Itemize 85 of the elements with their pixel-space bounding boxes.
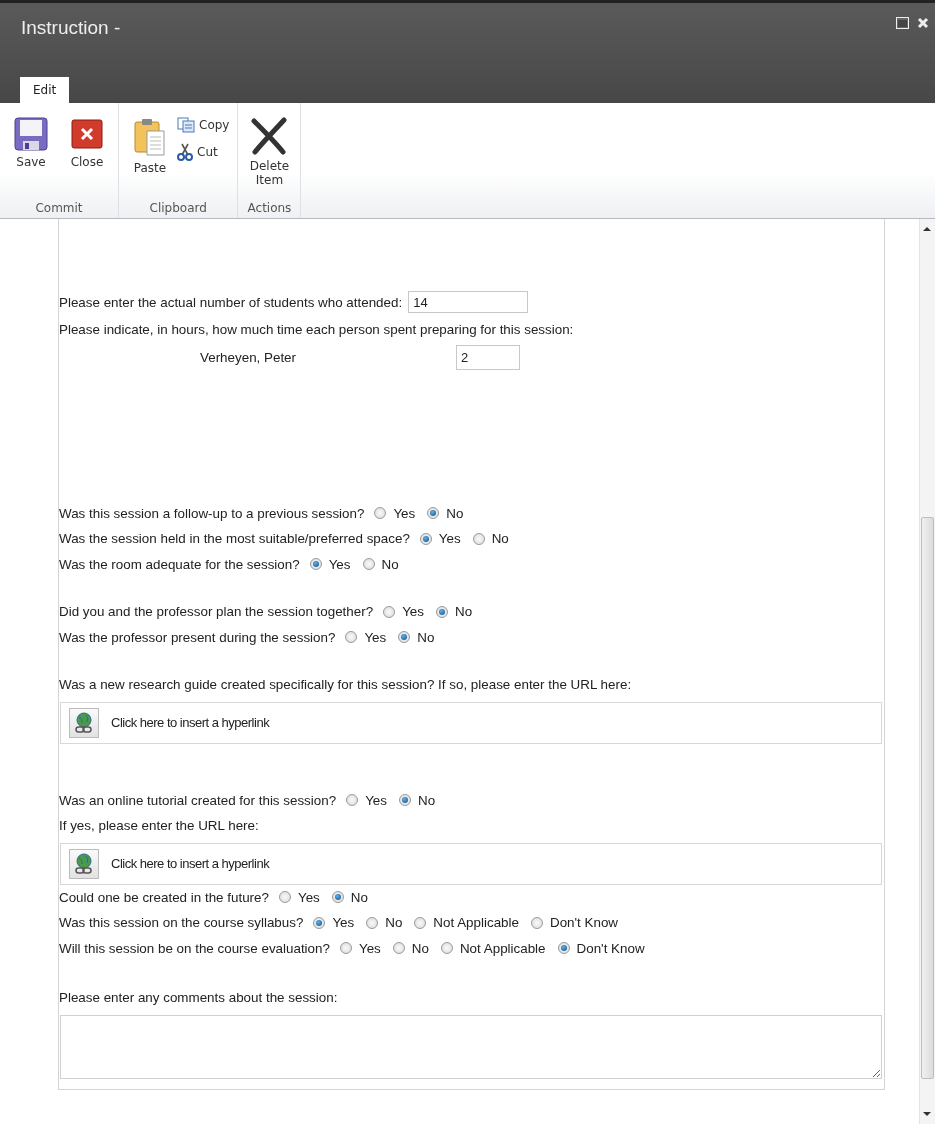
option-label: Yes [328, 556, 351, 572]
radio-button[interactable] [366, 916, 379, 929]
group-label: Clipboard [148, 201, 208, 217]
radio-button[interactable] [399, 794, 411, 807]
question-label: Was an online tutorial created for this session? [59, 792, 337, 808]
radio-button[interactable] [309, 558, 322, 571]
question-label: Was the room adequate for the session? [59, 556, 300, 572]
comments-field[interactable] [60, 1014, 882, 1079]
radio-button[interactable] [374, 507, 387, 520]
radio-button[interactable] [339, 942, 352, 955]
option-label: No [491, 531, 509, 547]
option-label: No [411, 940, 429, 956]
question-label: Was a new research guide created specifically for this session? If so, please enter the URL here: [59, 677, 632, 693]
close-button[interactable]: Close [62, 115, 112, 201]
option-label: Yes [358, 940, 381, 956]
question-label: Was this session on the course syllabus? [59, 915, 304, 931]
number-field[interactable]: 14 [408, 291, 529, 313]
radio-button[interactable] [346, 794, 359, 807]
close-icon[interactable] [917, 17, 929, 29]
group-label: Actions [246, 201, 293, 217]
maximize-icon[interactable] [896, 17, 909, 29]
option-label: Yes [402, 604, 424, 620]
question-label: Could one be created in the future? [59, 889, 269, 905]
copy-button[interactable]: Copy [175, 115, 232, 135]
question-label: Did you and the professor plan the session together? [59, 604, 374, 620]
radio-button[interactable] [427, 507, 440, 520]
delete-x-icon [250, 117, 289, 155]
option-label: Not Applicable [433, 915, 519, 931]
radio-button[interactable] [419, 532, 432, 545]
option-label: Not Applicable [459, 940, 546, 956]
hyperlink-field[interactable]: Click here to insert a hyperlink [60, 701, 882, 744]
radio-button[interactable] [278, 891, 291, 904]
option-label: No [455, 604, 473, 620]
option-label: No [385, 915, 403, 931]
scissors-icon [177, 143, 193, 161]
radio-button[interactable] [392, 942, 405, 955]
radio-button[interactable] [414, 916, 427, 929]
question-label: Please enter any comments about the session: [59, 990, 338, 1006]
question-label: Was this session a follow-up to a previous session? [59, 505, 365, 521]
option-label: Yes [393, 505, 416, 521]
option-label: No [381, 556, 399, 572]
clipboard-icon [133, 117, 167, 157]
option-label: Don't Know [576, 940, 645, 956]
option-label: Yes [332, 915, 355, 931]
option-label: Don't Know [549, 915, 619, 931]
radio-button[interactable] [557, 942, 570, 955]
question-label: If yes, please enter the URL here: [59, 818, 259, 834]
radio-button[interactable] [313, 916, 326, 929]
question-label: Please indicate, in hours, how much time each person spent preparing for this session: [59, 322, 574, 338]
question-label: Will this session be on the course evaluation? [59, 940, 330, 956]
hours-field[interactable]: 2 [456, 345, 520, 370]
option-label: No [417, 629, 435, 645]
radio-button[interactable] [398, 631, 411, 644]
option-label: Yes [364, 629, 387, 645]
radio-button[interactable] [345, 631, 358, 644]
person-name: Verheyen, Peter [200, 350, 298, 365]
save-button[interactable]: Save [6, 115, 56, 201]
close-icon [70, 117, 104, 151]
option-label: No [418, 792, 436, 808]
radio-button[interactable] [436, 605, 448, 618]
option-label: No [350, 889, 368, 905]
radio-button[interactable] [383, 605, 396, 618]
radio-button[interactable] [440, 942, 453, 955]
option-label: Yes [297, 889, 320, 905]
question-label: Please enter the actual number of students who attended: [59, 294, 403, 310]
scrollbar[interactable] [919, 219, 935, 1124]
globe-link-icon [74, 711, 94, 734]
radio-button[interactable] [331, 891, 344, 904]
option-label: No [446, 505, 464, 521]
option-label: Yes [365, 792, 387, 808]
option-label: Yes [438, 531, 461, 547]
paste-button[interactable]: Paste [125, 115, 175, 201]
delete-item-button[interactable]: Delete Item [244, 115, 295, 201]
hyperlink-field[interactable]: Click here to insert a hyperlink [60, 842, 882, 885]
cut-button[interactable]: Cut [175, 141, 232, 163]
radio-button[interactable] [472, 532, 485, 545]
globe-link-icon [74, 852, 94, 875]
question-label: Was the professor present during the session? [59, 629, 336, 645]
copy-icon [177, 117, 195, 133]
ribbon-tab[interactable]: Edit [20, 77, 70, 103]
question-label: Was the session held in the most suitable/preferred space? [59, 531, 410, 547]
radio-button[interactable] [530, 916, 543, 929]
window-title: Instruction - [21, 17, 121, 39]
group-label: Commit [34, 201, 84, 217]
radio-button[interactable] [362, 558, 375, 571]
